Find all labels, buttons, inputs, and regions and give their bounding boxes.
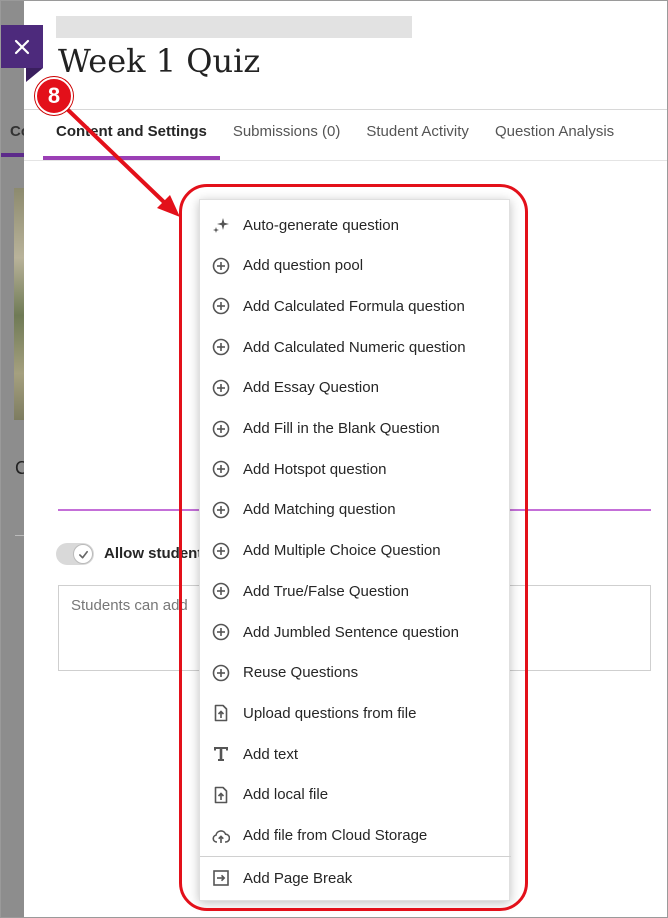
plus-circle-icon <box>212 501 230 519</box>
toggle-knob <box>73 544 93 564</box>
menu-item-add-jumbled-sentence-question[interactable]: Add Jumbled Sentence question <box>200 612 511 652</box>
menu-separator <box>200 856 511 857</box>
cloud-upload-icon <box>212 827 230 845</box>
menu-item-add-true-false-question[interactable]: Add True/False Question <box>200 571 511 611</box>
menu-item-add-matching-question[interactable]: Add Matching question <box>200 490 511 530</box>
menu-item-reuse-questions[interactable]: Reuse Questions <box>200 653 511 693</box>
tab-submissions[interactable]: Submissions (0) <box>220 112 354 160</box>
menu-item-label: Add Matching question <box>243 501 396 519</box>
menu-item-label: Reuse Questions <box>243 664 359 682</box>
menu-item-label: Add Jumbled Sentence question <box>243 623 459 641</box>
background-tab-underline <box>0 153 26 157</box>
page-break-icon <box>212 869 230 887</box>
tabs-divider <box>24 160 668 161</box>
menu-item-add-fill-in-the-blank-question[interactable]: Add Fill in the Blank Question <box>200 409 511 449</box>
menu-item-label: Add True/False Question <box>243 582 409 600</box>
close-panel-button[interactable] <box>0 25 43 68</box>
allow-students-toggle[interactable] <box>56 543 94 565</box>
plus-circle-icon <box>212 297 230 315</box>
tab-bar: Content and Settings Submissions (0) Stu… <box>43 112 627 160</box>
menu-item-label: Add Essay Question <box>243 379 379 397</box>
plus-circle-icon <box>212 664 230 682</box>
menu-item-label: Add Fill in the Blank Question <box>243 420 440 437</box>
checkmark-icon <box>78 550 88 559</box>
tab-content-and-settings[interactable]: Content and Settings <box>43 112 220 160</box>
menu-item-label: Add file from Cloud Storage <box>243 827 428 844</box>
sparkle-icon <box>212 216 230 234</box>
menu-item-label: Add text <box>243 745 299 763</box>
menu-item-add-page-break[interactable]: Add Page Break <box>200 858 511 898</box>
menu-item-add-calculated-numeric-question[interactable]: Add Calculated Numeric question <box>200 327 511 367</box>
text-icon <box>212 745 230 763</box>
menu-item-label: Add Multiple Choice Question <box>243 542 441 560</box>
header-divider <box>24 109 668 110</box>
close-icon <box>14 39 29 54</box>
menu-item-add-question-pool[interactable]: Add question pool <box>200 246 511 286</box>
step-number-badge: 8 <box>35 77 73 115</box>
plus-circle-icon <box>212 542 230 560</box>
plus-circle-icon <box>212 338 230 356</box>
student-notes-placeholder: Students can add <box>71 597 188 614</box>
file-upload-icon <box>212 786 230 804</box>
plus-circle-icon <box>212 257 230 275</box>
add-content-menu: Auto-generate question Add question pool A… <box>199 199 511 901</box>
menu-item-add-text[interactable]: Add text <box>200 734 511 774</box>
menu-item-label: Add Calculated Numeric question <box>243 338 466 356</box>
plus-circle-icon <box>212 379 230 397</box>
plus-circle-icon <box>212 460 230 478</box>
breadcrumb-placeholder <box>56 16 412 38</box>
plus-circle-icon <box>212 420 230 438</box>
menu-item-upload-questions-from-file[interactable]: Upload questions from file <box>200 693 511 733</box>
plus-circle-icon <box>212 623 230 641</box>
menu-item-label: Add local file <box>243 786 329 804</box>
menu-item-auto-generate-question[interactable]: Auto-generate question <box>200 205 511 245</box>
menu-item-add-multiple-choice-question[interactable]: Add Multiple Choice Question <box>200 531 511 571</box>
menu-item-label: Add question pool <box>243 257 364 275</box>
menu-item-label: Add Calculated Formula question <box>243 297 465 315</box>
file-upload-icon <box>212 704 230 722</box>
tab-question-analysis[interactable]: Question Analysis <box>482 112 627 160</box>
close-button-tail <box>26 68 43 82</box>
tab-student-activity[interactable]: Student Activity <box>353 112 482 160</box>
menu-item-label: Auto-generate question <box>243 216 399 234</box>
menu-item-add-calculated-formula-question[interactable]: Add Calculated Formula question <box>200 286 511 326</box>
menu-item-add-file-from-cloud-storage[interactable]: Add file from Cloud Storage <box>200 816 511 856</box>
menu-item-label: Add Hotspot question <box>243 460 387 478</box>
allow-students-label: Allow student <box>104 545 203 562</box>
plus-circle-icon <box>212 582 230 600</box>
menu-item-add-essay-question[interactable]: Add Essay Question <box>200 368 511 408</box>
menu-item-add-local-file[interactable]: Add local file <box>200 775 511 815</box>
menu-item-label: Upload questions from file <box>243 704 417 722</box>
menu-item-add-hotspot-question[interactable]: Add Hotspot question <box>200 449 511 489</box>
page-title: Week 1 Quiz <box>58 42 261 80</box>
menu-item-label: Add Page Break <box>243 869 353 887</box>
